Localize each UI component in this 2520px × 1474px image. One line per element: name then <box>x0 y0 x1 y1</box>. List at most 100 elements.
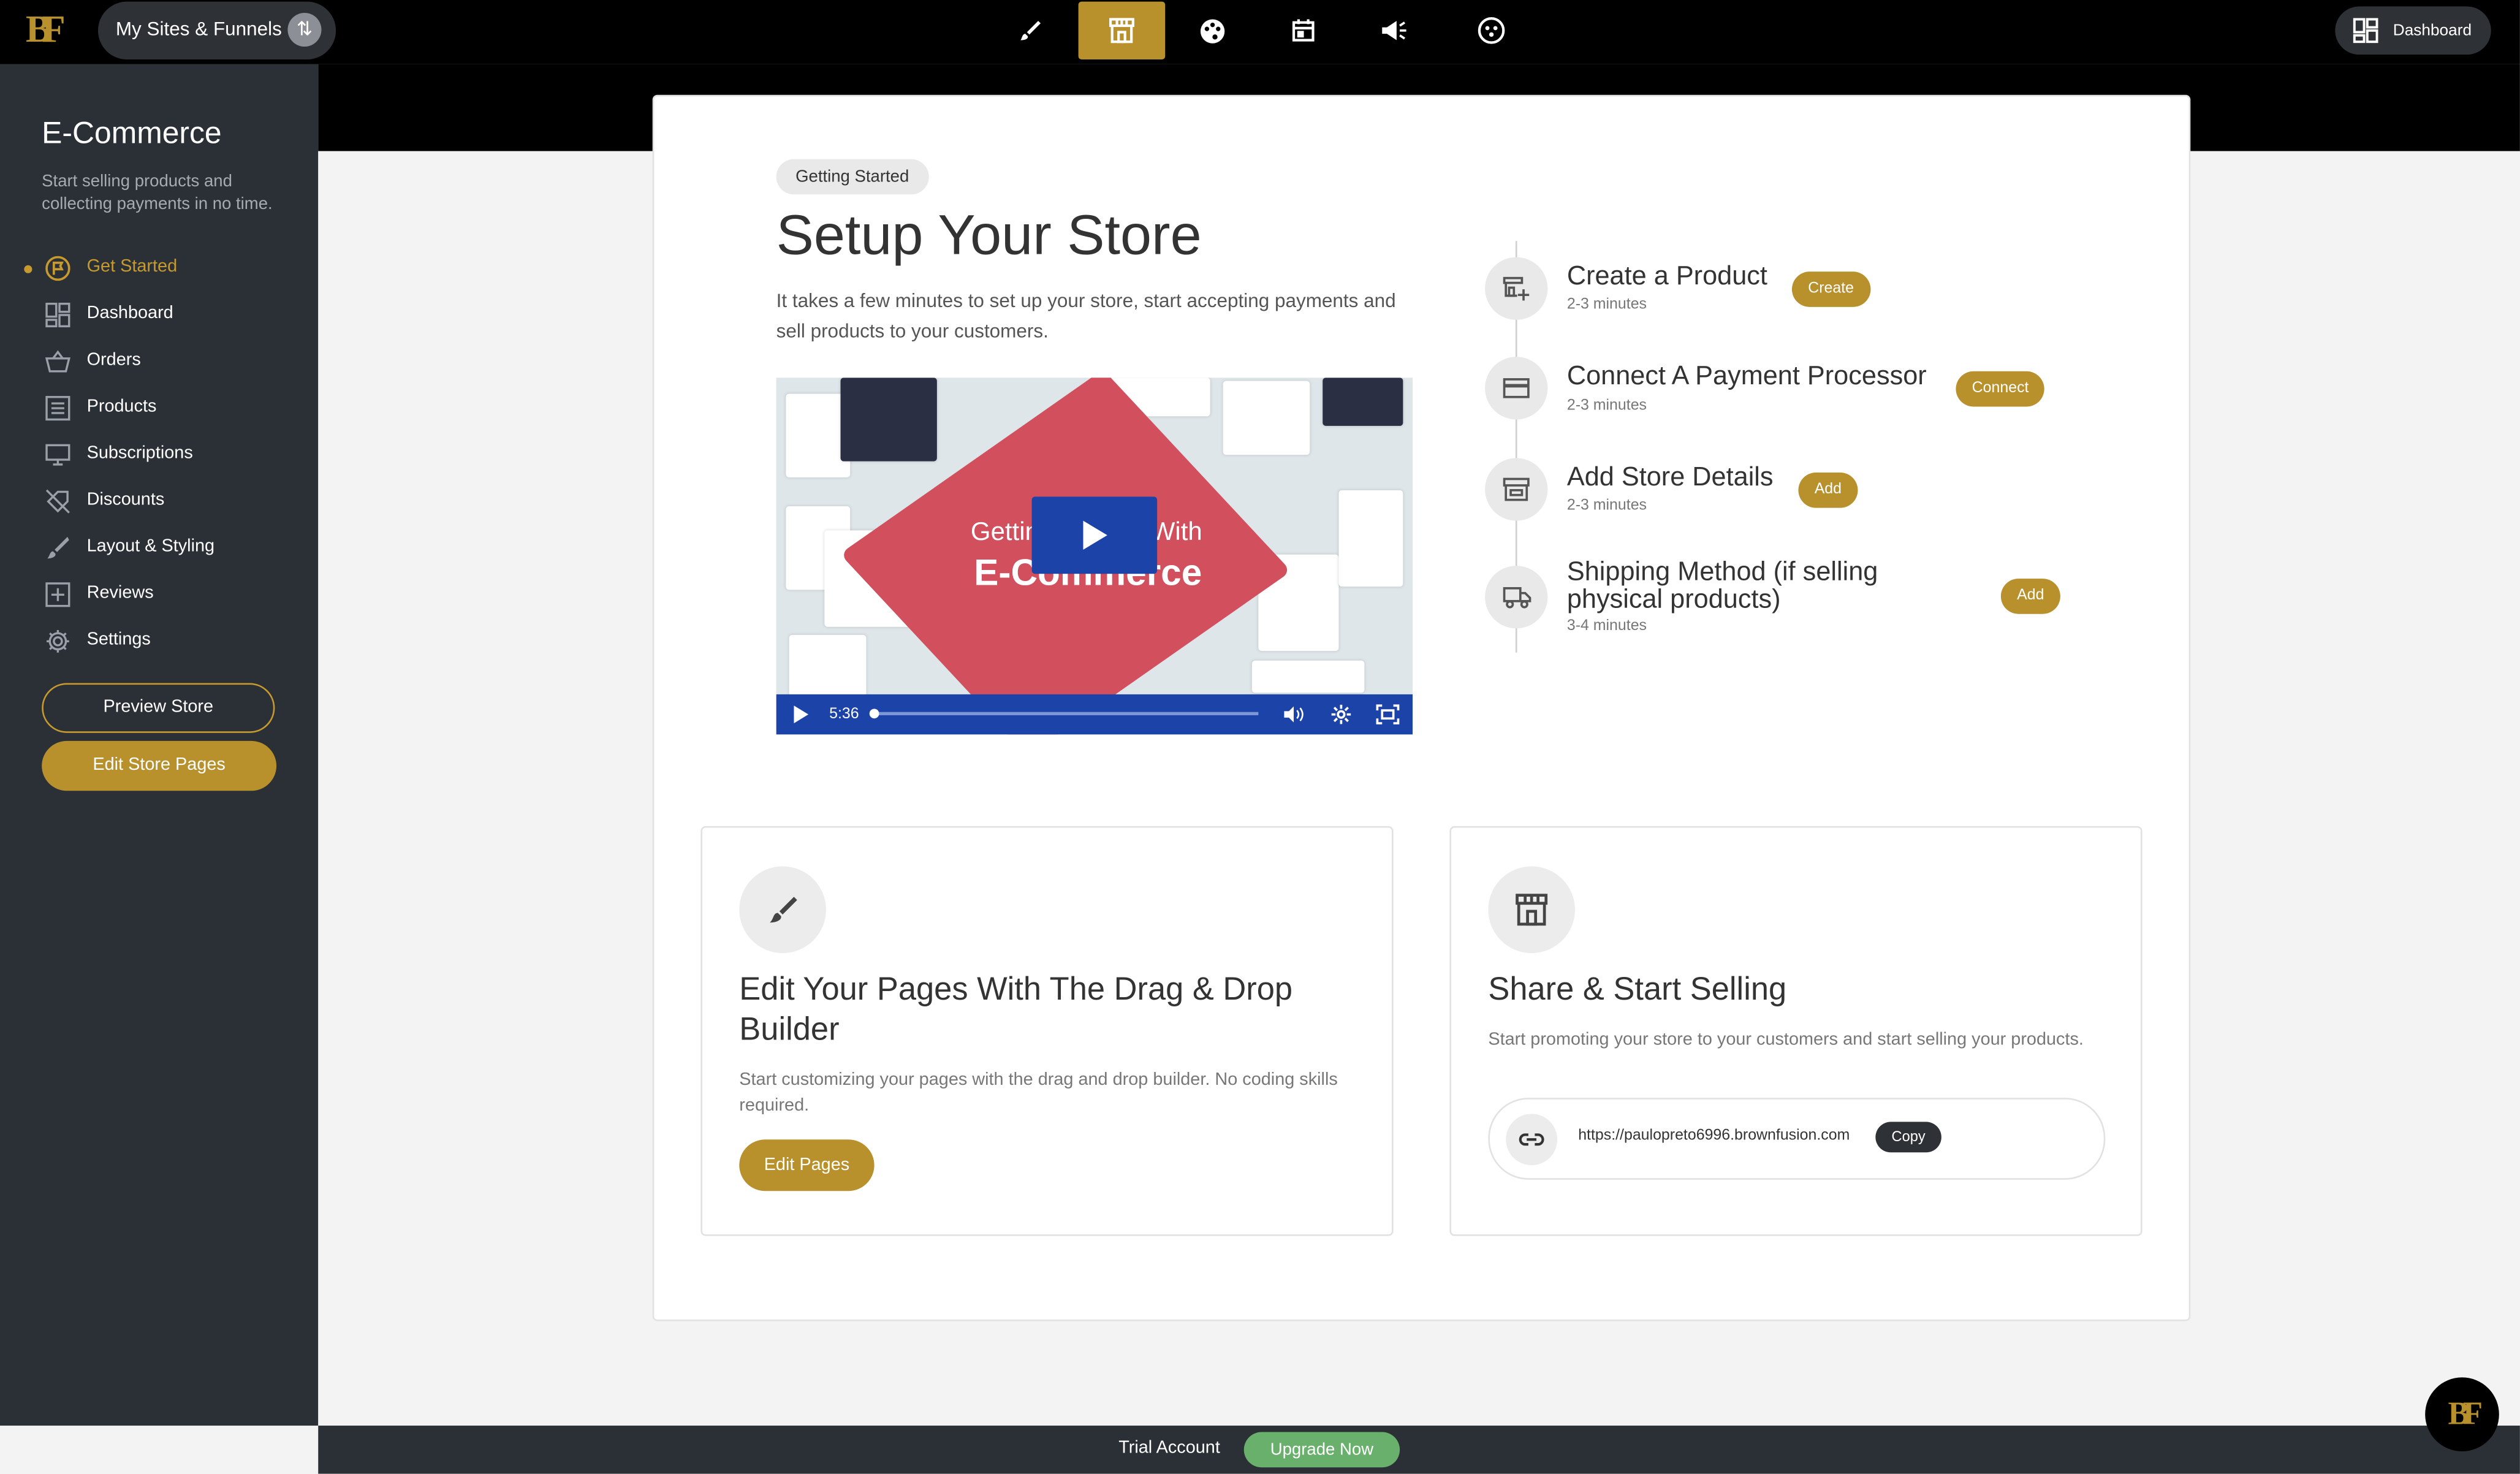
video-progress-track[interactable] <box>872 712 1259 715</box>
edit-store-pages-button[interactable]: Edit Store Pages <box>42 740 277 791</box>
store-url[interactable]: https://paulopreto6996.brownfusion.com <box>1578 1126 1850 1144</box>
sidebar-item-label: Get Started <box>86 257 178 277</box>
edit-pages-card: Edit Your Pages With The Drag & Drop Bui… <box>700 826 1394 1236</box>
sidebar-item-orders[interactable]: Orders <box>0 344 318 379</box>
nav-palette[interactable] <box>1168 2 1255 59</box>
support-chat-logo-button[interactable]: BF <box>2425 1377 2499 1452</box>
edit-pages-button[interactable]: Edit Pages <box>739 1139 875 1191</box>
grid-icon <box>45 302 70 328</box>
edit-card-title: Edit Your Pages With The Drag & Drop Bui… <box>739 972 1293 1048</box>
step-duration: 2-3 minutes <box>1566 295 1647 314</box>
smiley-icon <box>1478 17 1505 44</box>
video-play-button[interactable] <box>1031 496 1158 574</box>
share-card-description: Start promoting your store to your custo… <box>1488 1030 2084 1050</box>
step-title: Shipping Method (if selling physical pro… <box>1566 557 1878 614</box>
sidebar-item-label: Orders <box>86 350 141 370</box>
nav-builder[interactable] <box>987 2 1074 59</box>
step-title: Create a Product <box>1566 262 1767 291</box>
basket-icon <box>45 350 70 373</box>
step-icon-circle <box>1485 458 1548 521</box>
nav-store[interactable] <box>1078 1 1166 60</box>
sidebar-item-get-started[interactable]: Get Started <box>0 251 318 286</box>
link-icon <box>1519 1133 1544 1146</box>
sidebar-item-subscriptions[interactable]: Subscriptions <box>0 437 318 473</box>
video-player[interactable]: Getting Started With E-Commerce 5:36 <box>776 378 1413 735</box>
trial-footer: Trial Account Upgrade Now <box>318 1426 2520 1474</box>
add-shipping-button[interactable]: Add <box>2000 579 2060 614</box>
sidebar-item-reviews[interactable]: Reviews <box>0 577 318 612</box>
link-icon-circle <box>1506 1114 1558 1166</box>
nav-calendar[interactable] <box>1260 2 1347 59</box>
product-add-icon <box>1503 276 1530 301</box>
step-duration: 2-3 minutes <box>1566 496 1647 515</box>
share-card: Share & Start Selling Start promoting yo… <box>1449 826 2142 1236</box>
connect-payment-button[interactable]: Connect <box>1956 371 2045 407</box>
sidebar-item-settings[interactable]: Settings <box>0 623 318 659</box>
nav-contacts[interactable] <box>1448 2 1535 59</box>
sidebar: E-Commerce Start selling products and co… <box>0 64 319 1426</box>
share-card-title: Share & Start Selling <box>1488 972 1787 1008</box>
sidebar-item-dashboard[interactable]: Dashboard <box>0 297 318 333</box>
sidebar-item-label: Discounts <box>86 490 165 510</box>
video-thumbnail-decor <box>840 378 937 462</box>
discount-off-icon <box>45 489 70 514</box>
sidebar-title: E-Commerce <box>42 117 222 151</box>
store-icon <box>1109 18 1134 44</box>
sidebar-item-layout-styling[interactable]: Layout & Styling <box>0 530 318 566</box>
volume-icon[interactable] <box>1284 705 1307 723</box>
flag-circle-icon <box>45 256 70 281</box>
palette-icon <box>1199 18 1224 43</box>
active-indicator <box>24 265 32 273</box>
dashboard-button[interactable]: Dashboard <box>2335 6 2491 55</box>
fullscreen-icon[interactable] <box>1376 704 1400 725</box>
video-progress-knob[interactable] <box>869 709 879 719</box>
step-duration: 2-3 minutes <box>1566 397 1647 415</box>
preview-store-button[interactable]: Preview Store <box>42 683 275 733</box>
create-product-button[interactable]: Create <box>1791 272 1870 307</box>
video-thumbnail-decor <box>1323 378 1403 426</box>
video-controls: 5:36 <box>776 694 1413 735</box>
sidebar-item-label: Layout & Styling <box>86 536 215 557</box>
sidebar-item-label: Dashboard <box>86 303 173 324</box>
brand-logo[interactable]: BF <box>26 6 74 55</box>
sidebar-item-label: Subscriptions <box>86 443 193 463</box>
copy-url-button[interactable]: Copy <box>1875 1122 1941 1153</box>
truck-icon <box>1503 587 1531 609</box>
switch-icon[interactable]: ⇅ <box>287 12 322 47</box>
play-small-icon[interactable] <box>792 705 809 724</box>
dashboard-grid-icon <box>2353 18 2378 44</box>
sidebar-item-label: Settings <box>86 629 151 650</box>
sidebar-item-discounts[interactable]: Discounts <box>0 484 318 519</box>
megaphone-icon <box>1382 21 1406 40</box>
card-icon-circle <box>739 866 826 954</box>
play-icon <box>1083 520 1107 550</box>
list-icon <box>45 396 70 421</box>
page-title: Setup Your Store <box>776 204 1202 267</box>
sidebar-item-label: Reviews <box>86 583 154 603</box>
video-thumbnail-decor <box>1223 381 1310 455</box>
brush-icon <box>1020 21 1041 40</box>
top-bar: BF My Sites & Funnels ⇅ Dashboard <box>0 0 2520 64</box>
credit-card-icon <box>1503 378 1530 398</box>
edit-card-description: Start customizing your pages with the dr… <box>739 1070 1338 1115</box>
store-url-field: https://paulopreto6996.brownfusion.com C… <box>1488 1098 2106 1180</box>
upgrade-now-button[interactable]: Upgrade Now <box>1243 1432 1400 1468</box>
step-title: Add Store Details <box>1566 463 1774 492</box>
video-thumbnail-decor <box>1251 660 1365 693</box>
step-title: Connect A Payment Processor <box>1566 362 1927 391</box>
settings-icon[interactable] <box>1330 704 1351 725</box>
sidebar-item-products[interactable]: Products <box>0 390 318 426</box>
brush-icon <box>47 536 69 559</box>
video-thumbnail-decor <box>1338 490 1403 587</box>
gear-icon <box>47 629 69 653</box>
calendar-icon <box>1292 19 1315 42</box>
step-duration: 3-4 minutes <box>1566 617 1647 635</box>
add-store-details-button[interactable]: Add <box>1798 472 1858 508</box>
sidebar-item-label: Products <box>86 397 157 417</box>
nav-marketing[interactable] <box>1350 2 1437 59</box>
brush-icon <box>770 897 797 923</box>
plus-box-icon <box>45 582 70 607</box>
sites-funnels-button[interactable]: My Sites & Funnels ⇅ <box>97 1 336 60</box>
card-icon-circle <box>1488 866 1575 954</box>
step-icon-circle <box>1485 257 1548 320</box>
